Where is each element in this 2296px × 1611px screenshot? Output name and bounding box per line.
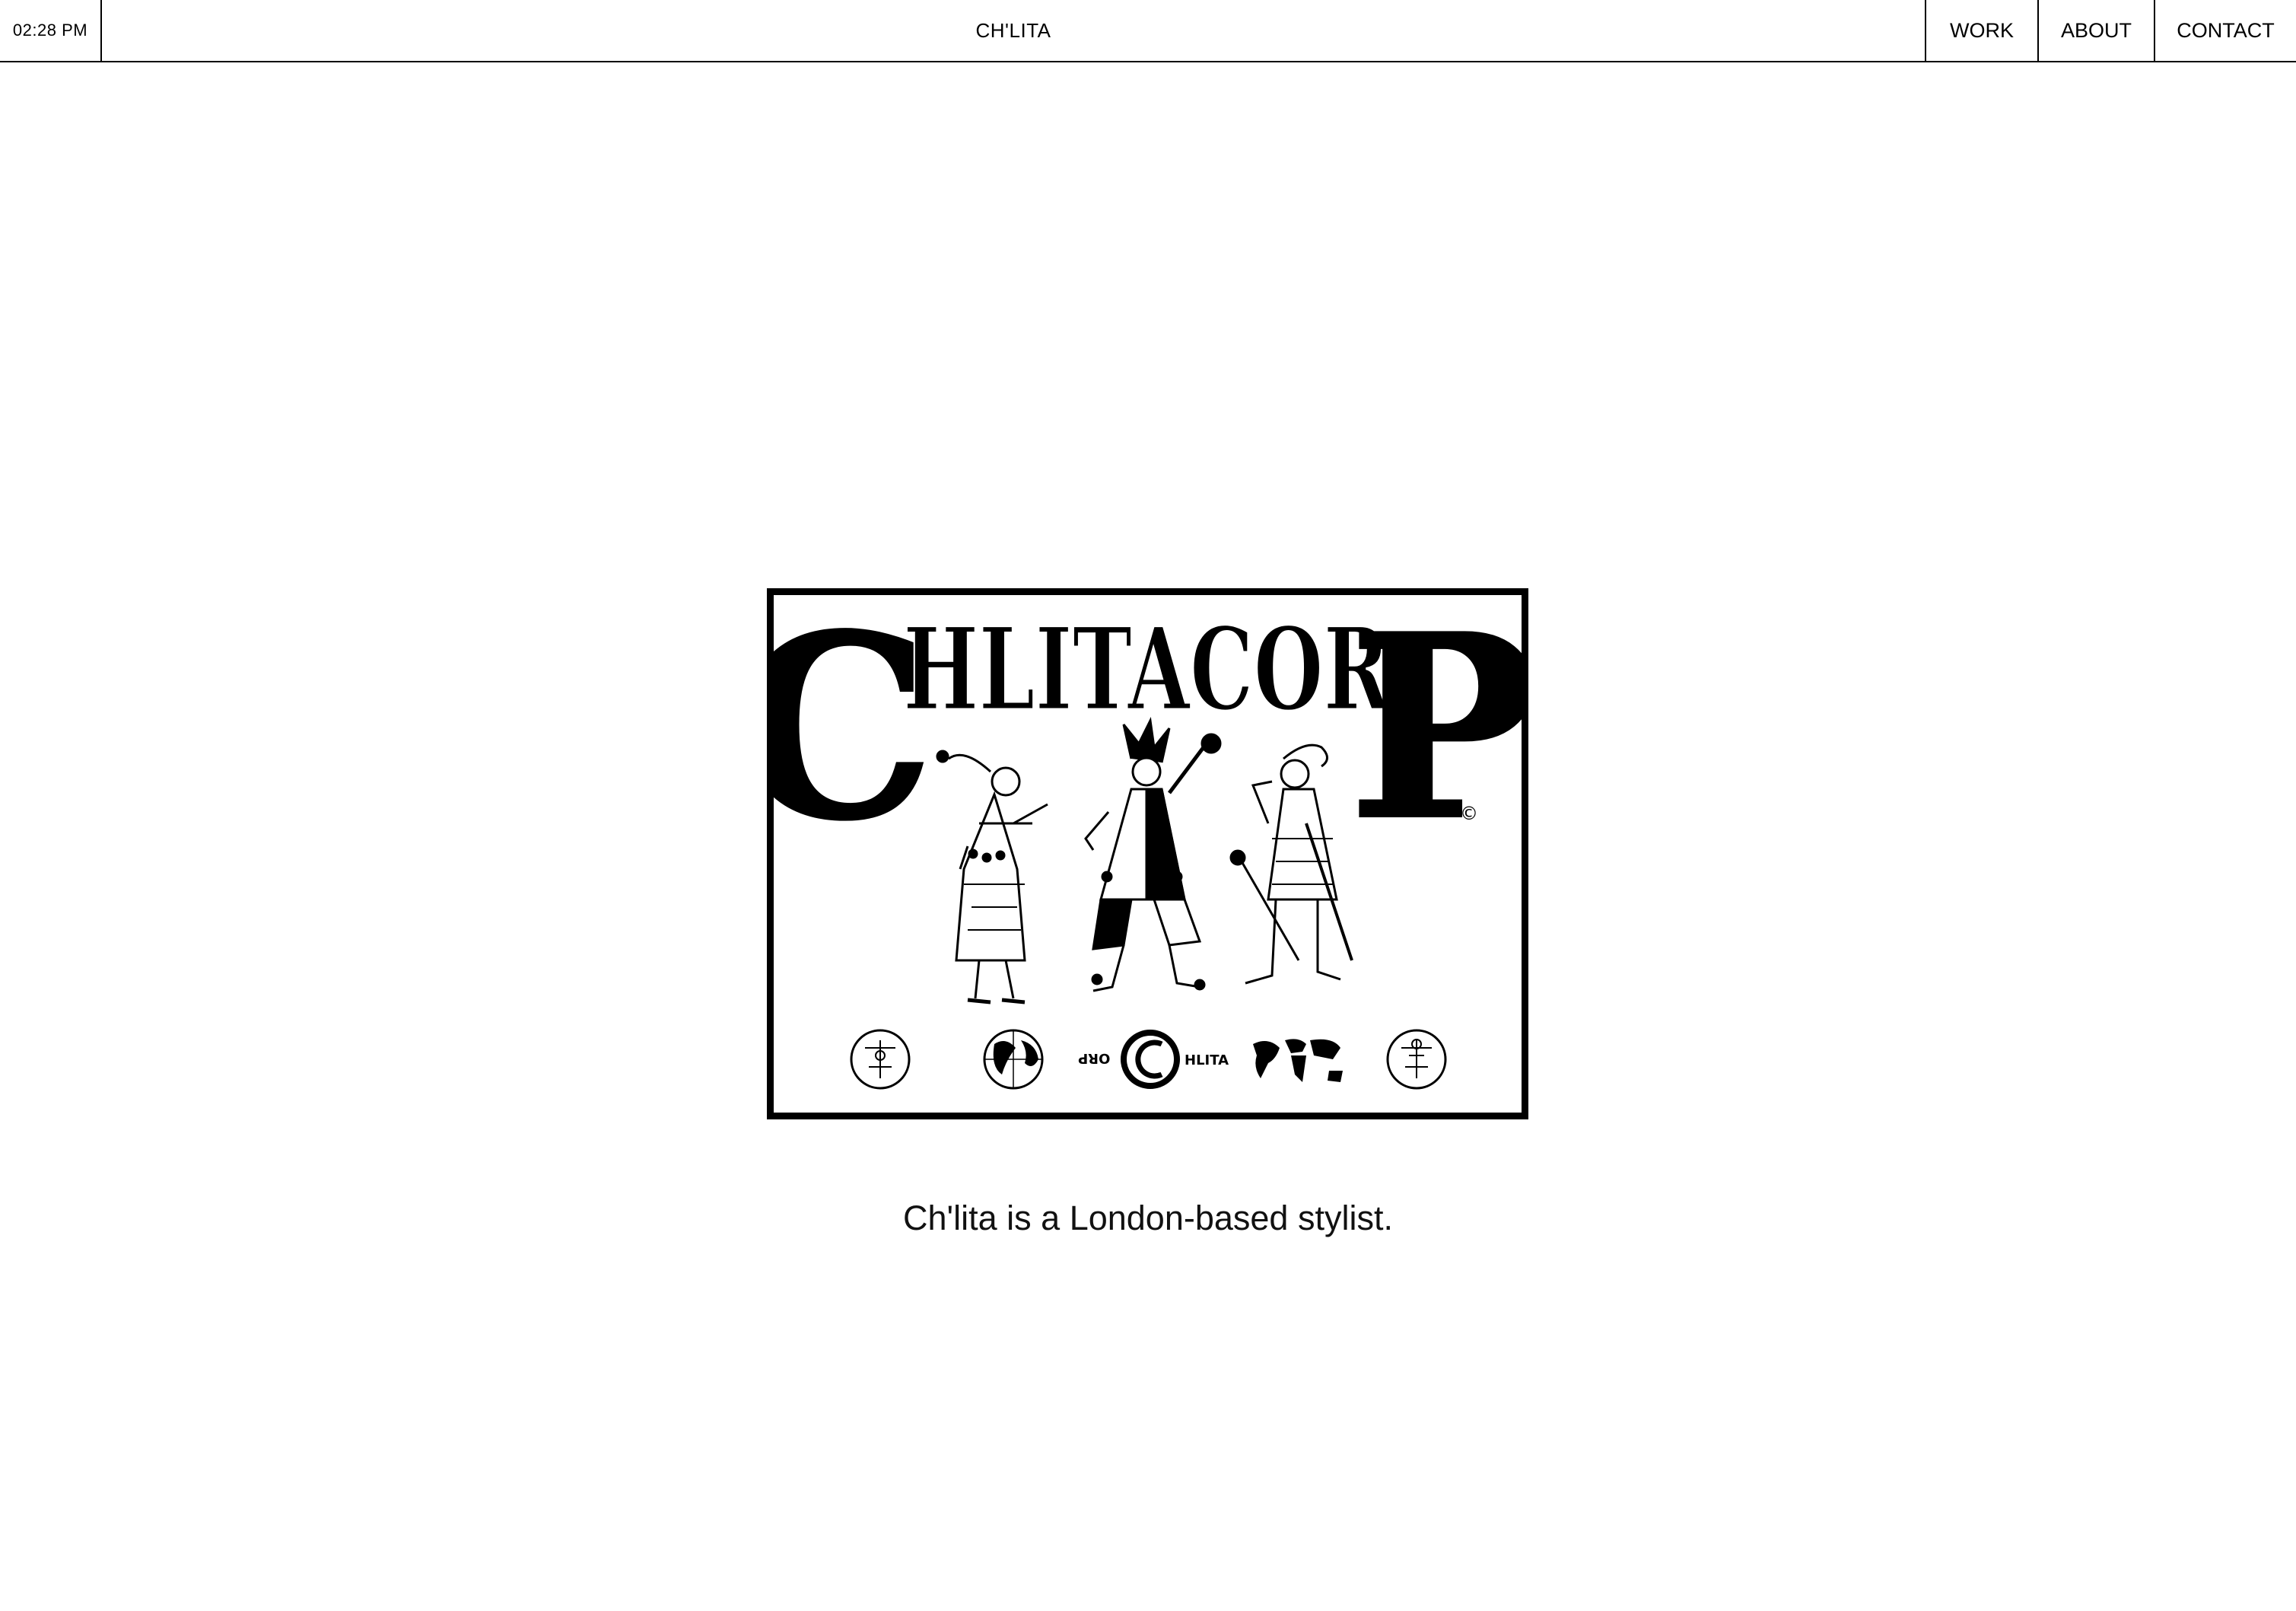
- jester-middle: [1084, 717, 1222, 992]
- svg-text:P: P: [1349, 595, 1522, 875]
- logo-icon-row: ORP HLITA: [850, 1029, 1447, 1090]
- jester-figures-illustration: [936, 717, 1353, 1004]
- intro-tagline: Ch'lita is a London-based stylist.: [903, 1199, 1393, 1237]
- sigil-icon: [1386, 1029, 1447, 1090]
- brand-home-link[interactable]: CH'LITA: [102, 0, 1925, 61]
- nav-about-link[interactable]: ABOUT: [2037, 0, 2154, 61]
- world-map-icon: [1253, 1039, 1343, 1082]
- chlita-corp-emblem-icon: ORP HLITA: [1078, 1030, 1229, 1089]
- svg-text:HLITA: HLITA: [1185, 1052, 1229, 1068]
- chlitacorp-logo: C HLITACOR P © ORP HLITA: [767, 588, 1528, 1119]
- top-bar: 02:28 PM CH'LITA WORK ABOUT CONTACT: [0, 0, 2296, 62]
- nav-contact-link[interactable]: CONTACT: [2154, 0, 2296, 61]
- logo-wordmark-middle: HLITACOR: [903, 603, 1391, 737]
- globe-icon: [983, 1029, 1044, 1090]
- copyright-mark: ©: [1460, 803, 1478, 824]
- nav-work-link[interactable]: WORK: [1925, 0, 2037, 61]
- jester-right: [1229, 743, 1353, 985]
- sigil-icon: [850, 1029, 911, 1090]
- jester-left: [936, 750, 1048, 1004]
- svg-text:ORP: ORP: [1078, 1050, 1110, 1066]
- clock-time: 02:28 PM: [0, 0, 102, 61]
